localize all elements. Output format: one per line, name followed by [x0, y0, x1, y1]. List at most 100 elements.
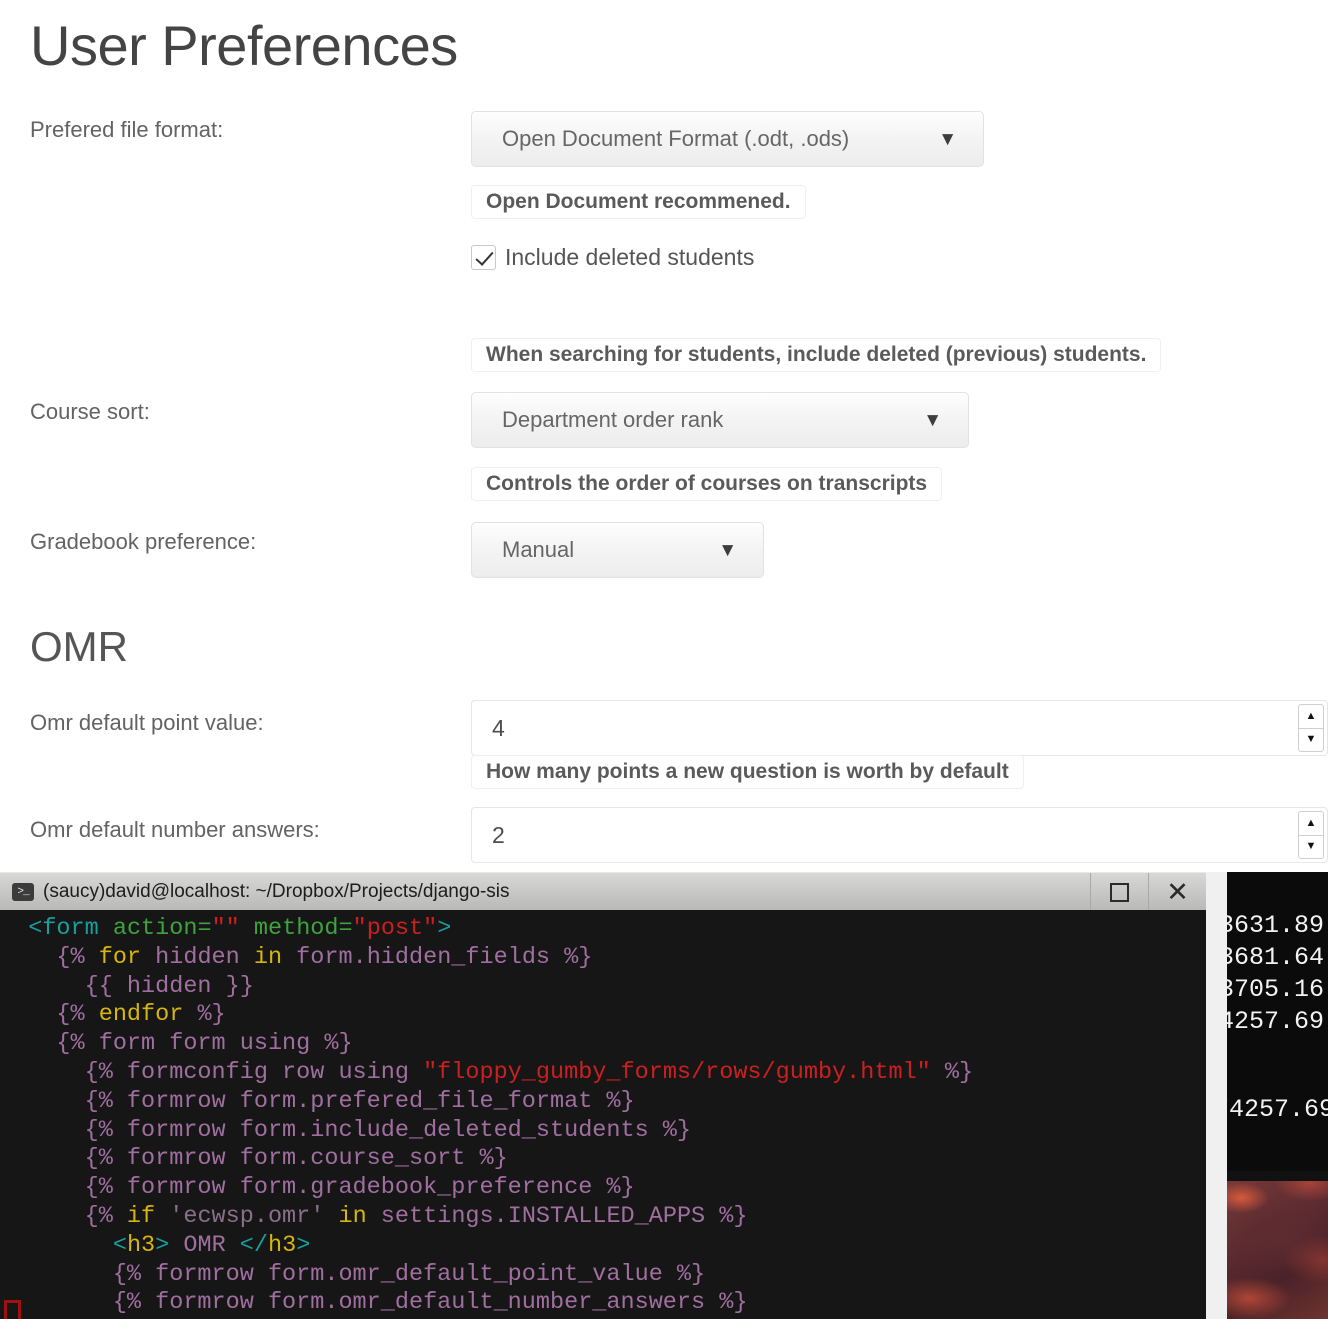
desktop-wallpaper	[1227, 1171, 1328, 1319]
terminal-code-area[interactable]: <form action="" method="post"> {% for hi…	[0, 910, 1206, 1319]
label-course-sort: Course sort:	[30, 399, 150, 424]
code-token: >	[437, 915, 452, 942]
terminal-cursor	[4, 1300, 21, 1319]
spinner-up-icon[interactable]: ▲	[1299, 812, 1323, 836]
help-omr-default-point-value: How many points a new question is worth …	[471, 755, 1024, 789]
code-token: h3	[126, 1231, 156, 1259]
code-token: {%	[0, 1202, 127, 1230]
terminal-code-line: {% formrow form.include_deleted_students…	[0, 1117, 1206, 1146]
checkbox-row-include-deleted-students[interactable]: Include deleted students	[471, 244, 754, 271]
select-gradebook-preference[interactable]: Manual ▼	[471, 522, 764, 578]
terminal-code-line: {% formrow form.omr_default_number_answe…	[0, 1289, 1206, 1318]
code-token: "floppy_gumby_forms/rows/gumby.html"	[423, 1058, 931, 1086]
code-token: {%	[0, 1001, 99, 1029]
terminal-titlebar[interactable]: >_ (saucy)david@localhost: ~/Dropbox/Pro…	[0, 872, 1206, 911]
code-token: <	[112, 1231, 127, 1259]
label-gradebook-preference: Gradebook preference:	[30, 529, 257, 554]
close-button[interactable]: ✕	[1148, 873, 1206, 911]
select-course-sort[interactable]: Department order rank ▼	[471, 392, 969, 448]
wallpaper-top-edge	[1227, 1171, 1328, 1181]
checkbox-label-include-deleted-students: Include deleted students	[505, 244, 755, 270]
terminal-code-line: {% formrow form.course_sort %}	[0, 1145, 1206, 1174]
terminal-code-line: {% formrow form.omr_default_point_value …	[0, 1261, 1206, 1290]
input-omr-default-number-answers[interactable]: 2 ▲ ▼	[471, 807, 1328, 863]
terminal-code-line: {% endfor %}	[0, 1001, 1206, 1030]
terminal-code-line: {% for hidden in form.hidden_fields %}	[0, 944, 1206, 973]
code-token: method=	[239, 915, 353, 942]
code-token: {% formrow form.omr_default_number_answe…	[0, 1289, 748, 1317]
terminal-title: (saucy)david@localhost: ~/Dropbox/Projec…	[43, 880, 510, 902]
section-title-omr: OMR	[30, 623, 128, 670]
terminal-code-line: {% if 'ecwsp.omr' in settings.INSTALLED_…	[0, 1203, 1206, 1232]
label-prefered-file-format: Prefered file format:	[30, 117, 224, 142]
terminal-code-line: {% form form using %}	[0, 1030, 1206, 1059]
label-omr-default-number-answers: Omr default number answers:	[30, 817, 320, 842]
select-prefered-file-format-value: Open Document Format (.odt, .ods)	[502, 126, 850, 151]
code-token: {% formconfig row using	[0, 1058, 424, 1086]
screen-root: User Preferences Prefered file format: O…	[0, 0, 1328, 1319]
maximize-button[interactable]	[1090, 873, 1148, 911]
close-icon: ✕	[1166, 876, 1189, 907]
code-token: ""	[211, 915, 240, 942]
background-numbers-list: 3631.89. 3681.64. 3705.16. 4257.69.	[1227, 911, 1328, 1036]
code-token: {% formrow form.omr_default_point_value …	[0, 1260, 706, 1288]
terminal-window[interactable]: >_ (saucy)david@localhost: ~/Dropbox/Pro…	[0, 872, 1206, 1319]
code-token: action=	[112, 915, 212, 942]
code-token: 'ecwsp.omr'	[155, 1202, 339, 1230]
terminal-code-line: <form action="" method="post">	[0, 915, 1206, 944]
spinner-omr-default-point-value[interactable]: ▲ ▼	[1298, 704, 1324, 752]
code-token: "post"	[352, 915, 438, 942]
input-omr-default-point-value-text: 4	[492, 714, 505, 741]
code-token: form.hidden_fields %}	[282, 943, 593, 971]
code-token: {%	[0, 943, 99, 971]
terminal-code-line: {{ hidden }}	[0, 973, 1206, 1002]
background-window-top	[1227, 872, 1328, 894]
spinner-omr-default-number-answers[interactable]: ▲ ▼	[1298, 811, 1324, 859]
code-token: OMR	[169, 1231, 240, 1259]
select-prefered-file-format[interactable]: Open Document Format (.odt, .ods) ▼	[471, 111, 984, 167]
code-token: </	[239, 1231, 268, 1259]
background-window-edge	[1206, 872, 1227, 1319]
help-course-sort: Controls the order of courses on transcr…	[471, 467, 943, 501]
chevron-down-icon: ▼	[938, 128, 957, 150]
code-token: {% formrow form.gradebook_preference %}	[0, 1174, 635, 1202]
code-token: {% formrow form.include_deleted_students…	[0, 1116, 692, 1144]
code-token: >	[155, 1231, 170, 1259]
code-token: hidden	[141, 943, 254, 971]
select-gradebook-preference-value: Manual	[502, 537, 575, 562]
page-title: User Preferences	[30, 14, 458, 77]
code-token: >	[296, 1231, 311, 1259]
code-token: %}	[930, 1058, 974, 1086]
code-token: h3	[268, 1231, 297, 1259]
terminal-code-line: <h3> OMR </h3>	[0, 1232, 1206, 1261]
help-include-deleted-students: When searching for students, include del…	[471, 338, 1162, 372]
terminal-code-line: {% formrow form.prefered_file_format %}	[0, 1088, 1206, 1117]
terminal-code-line: {% formconfig row using "floppy_gumby_fo…	[0, 1059, 1206, 1088]
code-token: if	[126, 1202, 156, 1230]
code-token: endfor	[98, 1001, 184, 1029]
background-numbers-total: 74257.69	[1227, 1095, 1328, 1124]
input-omr-default-point-value[interactable]: 4 ▲ ▼	[471, 700, 1328, 756]
code-token: settings.INSTALLED_APPS %}	[366, 1202, 748, 1230]
maximize-icon	[1110, 882, 1129, 902]
code-token: <form	[28, 915, 113, 942]
user-preferences-form: User Preferences Prefered file format: O…	[0, 0, 1328, 876]
input-omr-default-number-answers-text: 2	[492, 821, 505, 848]
terminal-prompt-icon: >_	[12, 882, 34, 901]
checkbox-include-deleted-students[interactable]	[471, 245, 496, 270]
code-token: for	[98, 943, 142, 971]
code-token: in	[253, 943, 283, 971]
spinner-up-icon[interactable]: ▲	[1299, 705, 1323, 729]
background-terminal-window[interactable]: 3631.89. 3681.64. 3705.16. 4257.69. 7425…	[1227, 872, 1328, 1319]
spinner-down-icon[interactable]: ▼	[1299, 729, 1323, 752]
terminal-code-line: {% formrow form.gradebook_preference %}	[0, 1174, 1206, 1203]
code-token: {% formrow form.course_sort %}	[0, 1145, 508, 1173]
select-course-sort-value: Department order rank	[502, 407, 724, 432]
code-token: in	[338, 1202, 367, 1230]
code-token: {% formrow form.prefered_file_format %}	[0, 1087, 635, 1115]
code-token: {{ hidden }}	[0, 972, 254, 1000]
spinner-down-icon[interactable]: ▼	[1299, 836, 1323, 859]
help-prefered-file-format: Open Document recommened.	[471, 185, 806, 219]
